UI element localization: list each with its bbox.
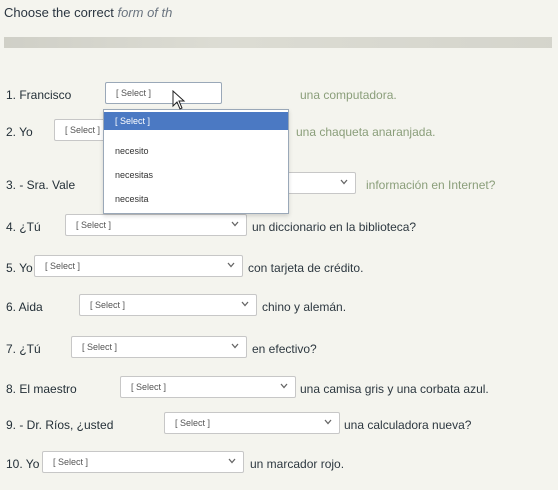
answer-select-8[interactable]: [ Select ] — [120, 376, 296, 398]
select-value: [ Select ] — [175, 418, 211, 428]
question-row-1: 1. Francisco [ Select ] una computadora. — [0, 82, 558, 108]
answer-select-1[interactable]: [ Select ] — [105, 82, 222, 104]
question-label: 1. Francisco — [6, 88, 72, 102]
select-value: [ Select ] — [76, 220, 112, 230]
question-label: 4. ¿Tú — [6, 220, 41, 234]
select-value: [ Select ] — [53, 457, 89, 467]
select-value: [ Select ] — [45, 261, 81, 271]
dropdown-option-select[interactable]: [ Select ] — [104, 112, 288, 130]
question-row-10: 10. Yo [ Select ] un marcador rojo. — [0, 451, 558, 477]
chevron-down-icon — [228, 458, 236, 464]
chevron-down-icon — [241, 301, 249, 307]
answer-select-5[interactable]: [ Select ] — [34, 255, 243, 277]
answer-select-10[interactable]: [ Select ] — [42, 451, 244, 473]
question-continuation: un diccionario en la biblioteca? — [252, 220, 417, 234]
question-row-8: 8. El maestro [ Select ] una camisa gris… — [0, 376, 558, 402]
question-row-5: 5. Yo [ Select ] con tarjeta de crédito. — [0, 255, 558, 281]
question-row-7: 7. ¿Tú [ Select ] en efectivo? — [0, 336, 558, 362]
dropdown-option-necesitas[interactable]: necesitas — [104, 166, 288, 184]
answer-select-9[interactable]: [ Select ] — [164, 412, 340, 434]
select-value: [ Select ] — [82, 342, 118, 352]
chevron-down-icon — [231, 221, 239, 227]
chevron-down-icon — [227, 262, 235, 268]
instructions-bar — [4, 37, 552, 48]
question-continuation: con tarjeta de crédito. — [248, 261, 364, 275]
answer-select-4[interactable]: [ Select ] — [65, 214, 247, 236]
select-value: [ Select ] — [90, 300, 126, 310]
dropdown-option-necesito[interactable]: necesito — [104, 142, 288, 160]
question-label: 6. Aida — [6, 300, 43, 314]
select-value: [ Select ] — [131, 382, 167, 392]
question-continuation: un marcador rojo. — [250, 457, 345, 471]
dropdown-option-necesita[interactable]: necesita — [104, 190, 288, 208]
chevron-down-icon — [340, 179, 348, 185]
mouse-cursor-icon — [172, 90, 186, 110]
question-label: 9. - Dr. Ríos, ¿usted — [6, 418, 114, 432]
question-label: 3. - Sra. Vale — [6, 178, 76, 192]
question-label: 2. Yo — [6, 125, 33, 139]
title-prefix: Choose the correct — [4, 5, 114, 20]
select-value: [ Select ] — [116, 88, 152, 98]
answer-dropdown-list: [ Select ] necesito necesitas necesita — [103, 109, 289, 214]
question-continuation: una calculadora nueva? — [344, 418, 472, 432]
question-label: 10. Yo — [6, 457, 40, 471]
question-label: 5. Yo — [6, 261, 33, 275]
question-continuation: una camisa gris y una corbata azul. — [300, 382, 489, 396]
chevron-down-icon — [231, 343, 239, 349]
question-continuation: una chaqueta anaranjada. — [296, 125, 436, 139]
answer-select-7[interactable]: [ Select ] — [71, 336, 247, 358]
select-value: [ Select ] — [65, 125, 101, 135]
page-title: Choose the correct form of th — [4, 5, 172, 20]
question-label: 8. El maestro — [6, 382, 77, 396]
question-row-4: 4. ¿Tú [ Select ] un diccionario en la b… — [0, 214, 558, 240]
title-italic: form of th — [117, 5, 173, 20]
question-row-6: 6. Aida [ Select ] chino y alemán. — [0, 294, 558, 320]
question-continuation: información en Internet? — [366, 178, 496, 192]
question-continuation: una computadora. — [300, 88, 397, 102]
question-label: 7. ¿Tú — [6, 342, 41, 356]
question-continuation: chino y alemán. — [262, 300, 347, 314]
chevron-down-icon — [280, 383, 288, 389]
chevron-down-icon — [324, 419, 332, 425]
question-continuation: en efectivo? — [252, 342, 317, 356]
question-row-9: 9. - Dr. Ríos, ¿usted [ Select ] una cal… — [0, 412, 558, 438]
answer-select-6[interactable]: [ Select ] — [79, 294, 257, 316]
